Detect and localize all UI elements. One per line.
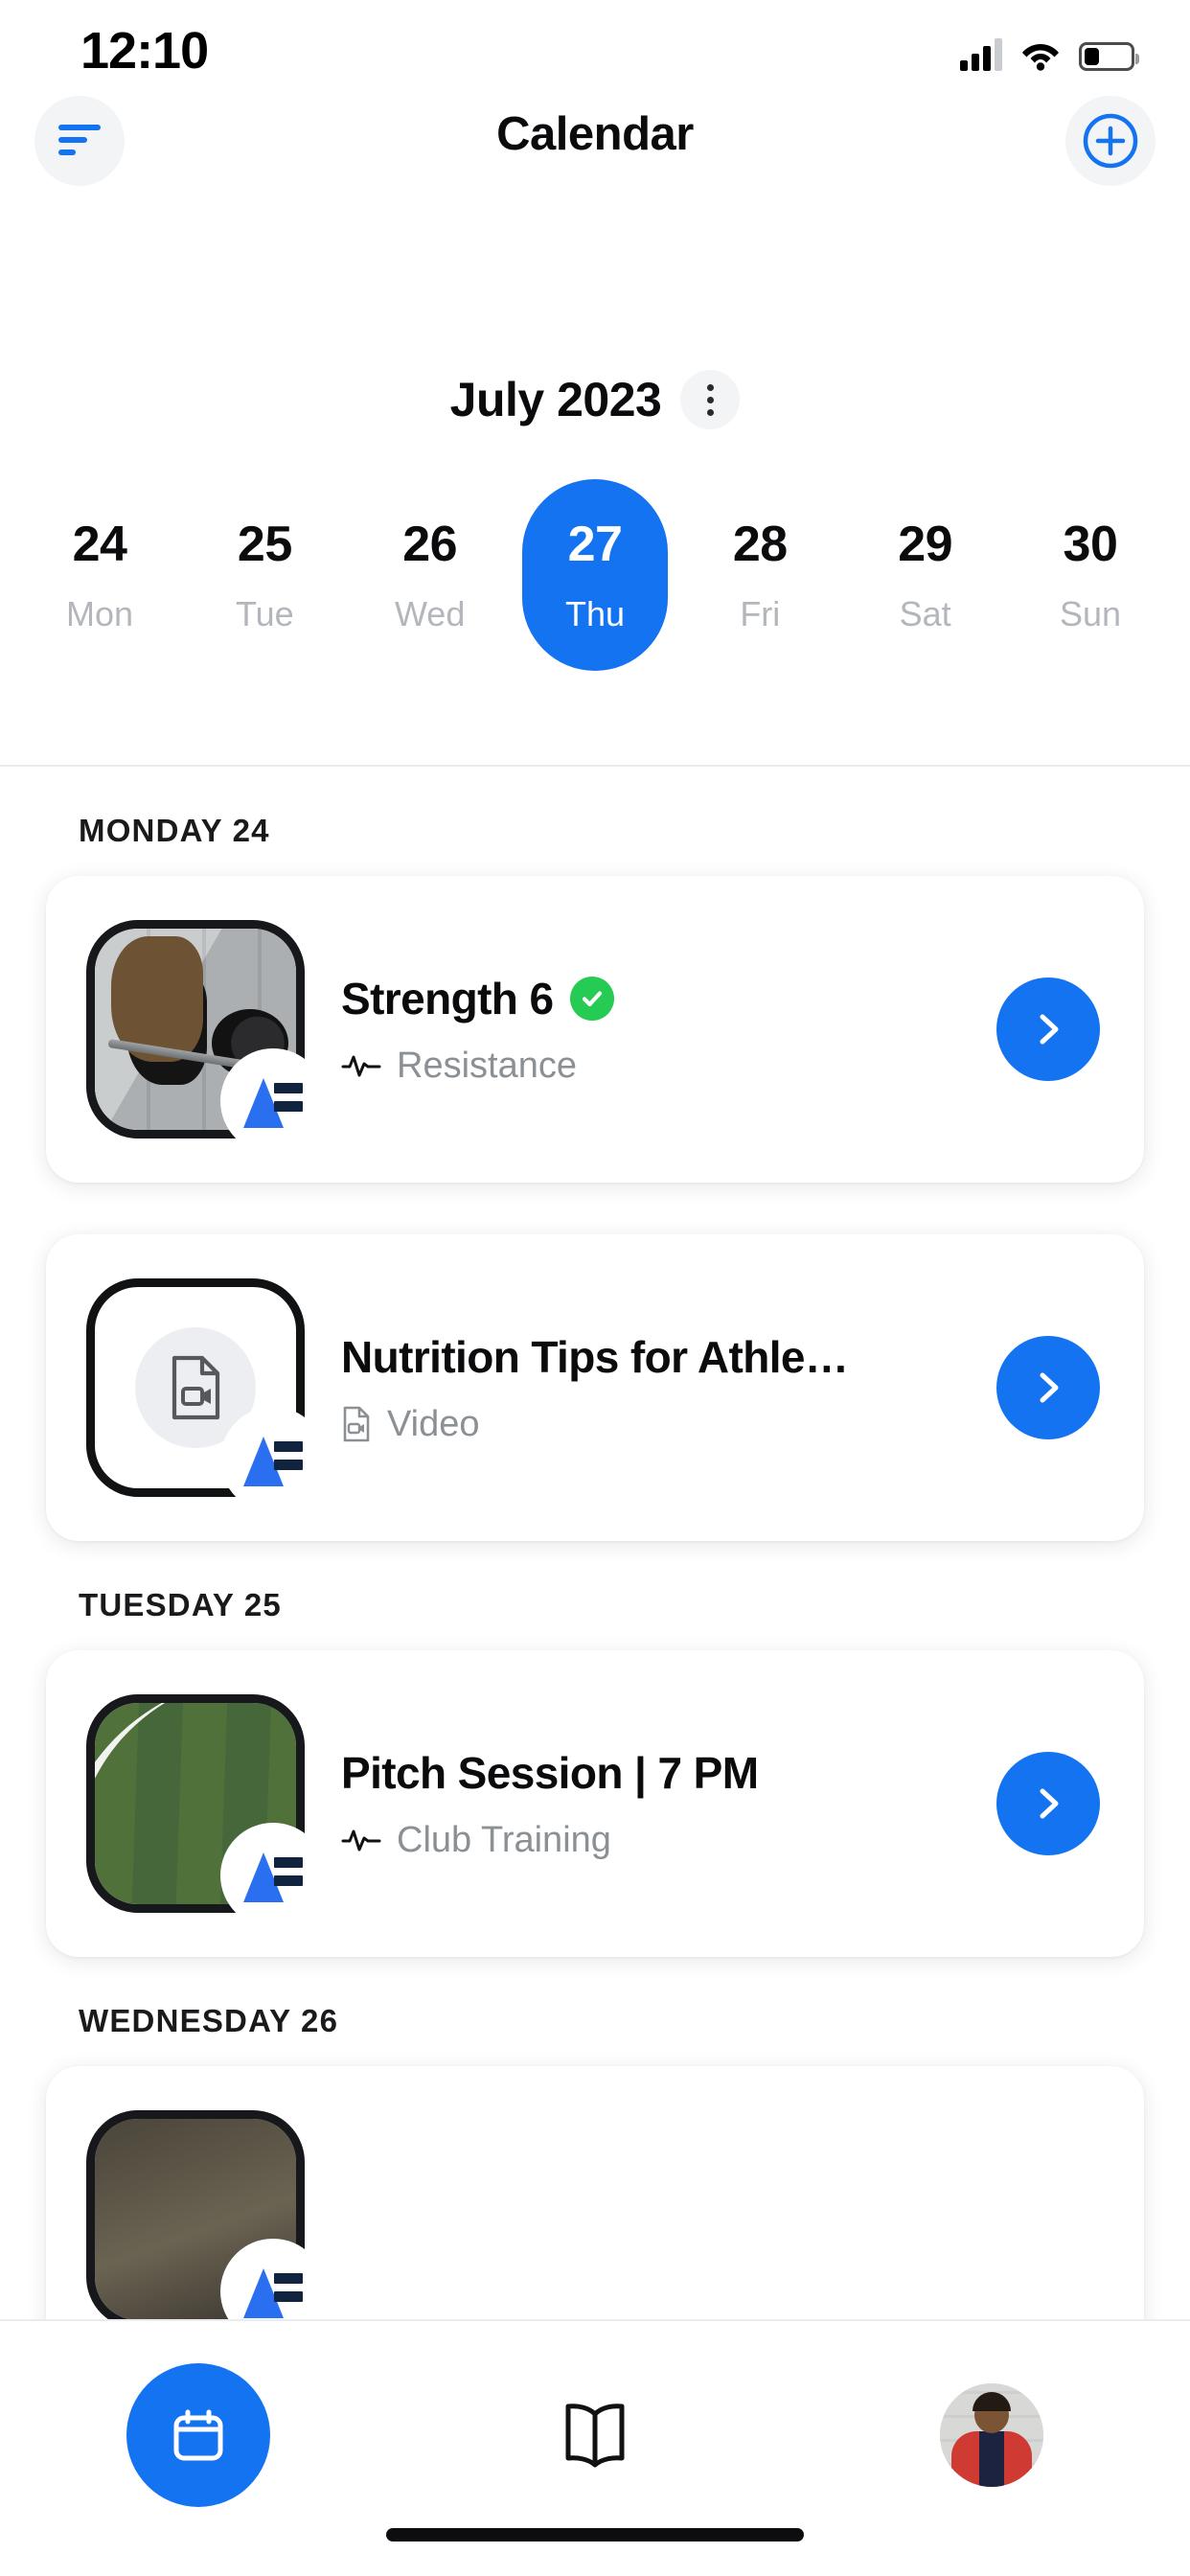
kebab-menu-icon[interactable] bbox=[680, 370, 741, 429]
add-circle-icon bbox=[1083, 113, 1138, 169]
bottom-navigation bbox=[0, 2319, 1190, 2576]
event-open-button[interactable] bbox=[996, 1336, 1100, 1439]
page-title: Calendar bbox=[496, 108, 694, 160]
event-title-row: Nutrition Tips for Athle… bbox=[341, 1331, 996, 1383]
day-section-header: TUESDAY 25 bbox=[79, 1587, 282, 1622]
event-title-row: Strength 6 bbox=[341, 973, 996, 1024]
event-title-row: Pitch Session | 7 PM bbox=[341, 1747, 996, 1799]
event-subtitle-row: Video bbox=[341, 1404, 996, 1445]
week-day-number: 24 bbox=[72, 517, 127, 572]
week-day-name: Fri bbox=[740, 594, 781, 633]
activity-pulse-icon bbox=[341, 1829, 381, 1852]
event-text: Pitch Session | 7 PM Club Training bbox=[341, 1747, 996, 1861]
app-header: Calendar bbox=[0, 96, 1190, 199]
event-open-button[interactable] bbox=[996, 1752, 1100, 1855]
event-subtitle: Club Training bbox=[397, 1819, 611, 1860]
week-day-name: Thu bbox=[564, 594, 625, 633]
week-day-27-selected[interactable]: 27 Thu bbox=[521, 479, 668, 671]
chevron-right-icon bbox=[1040, 1014, 1059, 1045]
event-subtitle-row: Club Training bbox=[341, 1820, 996, 1861]
week-day-26[interactable]: 26 Wed bbox=[357, 479, 503, 671]
file-video-icon bbox=[172, 1355, 220, 1420]
nav-item-calendar[interactable] bbox=[0, 2363, 397, 2507]
day-section-header: WEDNESDAY 26 bbox=[79, 2003, 339, 2038]
event-title: Pitch Session | 7 PM bbox=[341, 1747, 759, 1798]
week-day-28[interactable]: 28 Fri bbox=[687, 479, 833, 671]
cellular-signal-icon bbox=[960, 38, 1002, 71]
week-day-name: Wed bbox=[394, 594, 466, 633]
completed-check-icon bbox=[570, 976, 615, 1021]
book-library-icon bbox=[565, 2404, 625, 2468]
event-list[interactable]: MONDAY 24 Strength 6 Resistance Nutritio… bbox=[0, 767, 1190, 2324]
app-brand-logo bbox=[220, 1048, 326, 1154]
file-video-icon bbox=[343, 1406, 370, 1442]
home-indicator bbox=[386, 2528, 804, 2542]
week-day-30[interactable]: 30 Sun bbox=[1018, 479, 1163, 671]
status-bar: 12:10 bbox=[0, 0, 1190, 96]
event-subtitle: Resistance bbox=[397, 1045, 577, 1086]
app-brand-logo bbox=[220, 1407, 326, 1512]
event-thumbnail-wrap bbox=[86, 2110, 326, 2324]
battery-low-icon bbox=[1079, 42, 1139, 71]
event-card[interactable] bbox=[46, 2066, 1144, 2324]
nav-item-profile[interactable] bbox=[793, 2383, 1190, 2487]
event-thumbnail-wrap bbox=[86, 1278, 326, 1512]
month-selector[interactable]: July 2023 bbox=[0, 356, 1190, 443]
status-bar-time: 12:10 bbox=[80, 22, 209, 80]
week-day-25[interactable]: 25 Tue bbox=[192, 479, 337, 671]
week-day-24[interactable]: 24 Mon bbox=[27, 479, 172, 671]
week-day-name: Sat bbox=[899, 594, 951, 633]
activity-pulse-icon bbox=[341, 1055, 381, 1077]
event-card[interactable]: Pitch Session | 7 PM Club Training bbox=[46, 1650, 1144, 1957]
calendar-icon bbox=[173, 2409, 223, 2461]
event-title: Strength 6 bbox=[341, 973, 554, 1024]
week-day-number: 30 bbox=[1063, 517, 1118, 572]
nav-item-library[interactable] bbox=[397, 2399, 793, 2472]
week-day-number: 26 bbox=[402, 517, 458, 572]
event-title: Nutrition Tips for Athle… bbox=[341, 1331, 849, 1382]
wifi-icon bbox=[1019, 38, 1062, 71]
week-day-name: Tue bbox=[235, 594, 294, 633]
profile-avatar bbox=[940, 2383, 1043, 2487]
chevron-right-icon bbox=[1040, 1372, 1059, 1403]
week-day-name: Mon bbox=[65, 594, 134, 633]
week-day-29[interactable]: 29 Sat bbox=[853, 479, 998, 671]
week-day-number: 29 bbox=[898, 517, 953, 572]
event-text: Strength 6 Resistance bbox=[341, 973, 996, 1087]
week-day-number: 27 bbox=[567, 517, 623, 572]
week-strip: 24 Mon 25 Tue 26 Wed 27 Thu 28 Fri 29 Sa… bbox=[0, 479, 1190, 757]
event-card[interactable]: Strength 6 Resistance bbox=[46, 876, 1144, 1183]
event-thumbnail-wrap bbox=[86, 1694, 326, 1928]
event-card[interactable]: Nutrition Tips for Athle… Video bbox=[46, 1234, 1144, 1541]
phone-screen: 12:10 Calendar July 2023 24 Mon 25 Tue 2… bbox=[0, 0, 1190, 2576]
week-day-number: 25 bbox=[237, 517, 292, 572]
event-thumbnail-wrap bbox=[86, 920, 326, 1154]
app-brand-logo bbox=[220, 1823, 326, 1928]
event-text: Nutrition Tips for Athle… Video bbox=[341, 1331, 996, 1445]
add-event-button[interactable] bbox=[1065, 96, 1156, 186]
event-subtitle: Video bbox=[387, 1403, 480, 1444]
month-label: July 2023 bbox=[449, 373, 662, 426]
week-day-name: Sun bbox=[1059, 594, 1121, 633]
week-day-number: 28 bbox=[732, 517, 788, 572]
chevron-right-icon bbox=[1040, 1788, 1059, 1819]
day-section-header: MONDAY 24 bbox=[79, 813, 270, 848]
event-subtitle-row: Resistance bbox=[341, 1046, 996, 1087]
event-open-button[interactable] bbox=[996, 978, 1100, 1081]
status-bar-indicators bbox=[960, 27, 1139, 71]
